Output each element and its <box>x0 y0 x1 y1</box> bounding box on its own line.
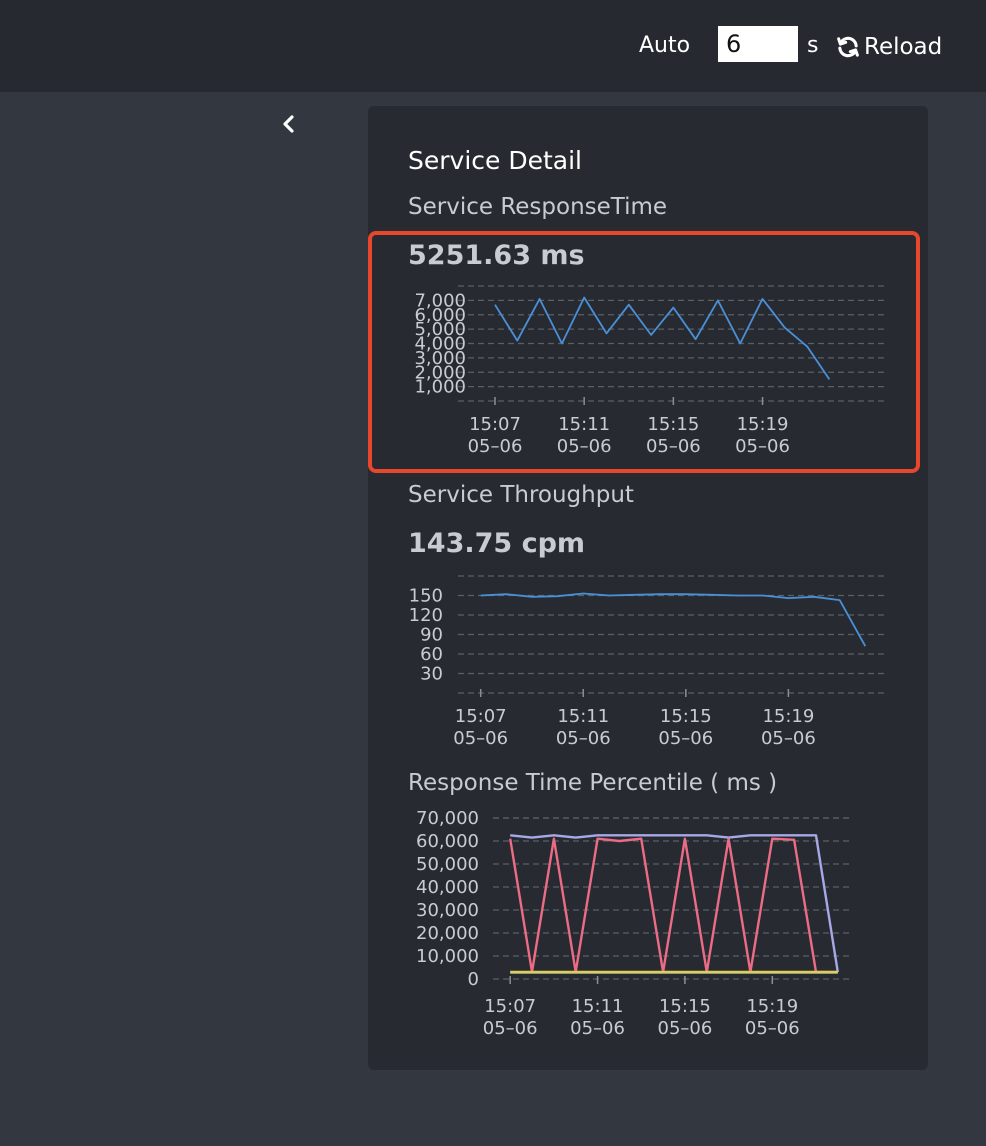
collapse-panel-button[interactable] <box>279 113 299 135</box>
x-tick-label: 05–06 <box>468 436 523 457</box>
x-tick-label: 15:19 <box>737 414 789 435</box>
y-tick-label: 90 <box>420 625 443 646</box>
x-tick-label: 15:15 <box>647 414 699 435</box>
refresh-icon <box>837 36 859 58</box>
percentile-title: Response Time Percentile ( ms ) <box>408 770 778 796</box>
x-tick-label: 15:11 <box>572 996 624 1017</box>
throughput-value: 143.75 cpm <box>408 528 586 559</box>
x-tick-label: 05–06 <box>658 1018 713 1039</box>
y-tick-label: 40,000 <box>416 877 479 898</box>
top-toolbar: Auto s Reload <box>0 0 986 92</box>
y-tick-label: 60,000 <box>416 831 479 852</box>
reload-button[interactable]: Reload <box>834 30 942 64</box>
series-line <box>509 837 838 974</box>
y-tick-label: 7,000 <box>414 290 466 311</box>
response-time-chart: 1,0002,0003,0004,0005,0006,0007,00015:07… <box>414 285 886 457</box>
x-tick-label: 05–06 <box>646 436 701 457</box>
series-line <box>480 592 867 647</box>
x-tick-label: 05–06 <box>658 728 713 749</box>
x-tick-label: 05–06 <box>761 728 816 749</box>
percentile-chart: 010,00020,00030,00040,00050,00060,00070,… <box>416 808 851 1039</box>
x-tick-label: 05–06 <box>735 436 790 457</box>
y-tick-label: 70,000 <box>416 808 479 829</box>
x-tick-label: 15:11 <box>557 706 609 727</box>
x-tick-label: 15:15 <box>660 706 712 727</box>
x-tick-label: 15:19 <box>762 706 814 727</box>
x-tick-label: 05–06 <box>453 728 508 749</box>
x-tick-label: 15:07 <box>455 706 507 727</box>
response-time-value: 5251.63 ms <box>408 240 585 271</box>
series-line <box>494 296 831 380</box>
x-tick-label: 15:15 <box>659 996 711 1017</box>
x-tick-label: 05–06 <box>570 1018 625 1039</box>
x-tick-label: 15:19 <box>746 996 798 1017</box>
y-tick-label: 10,000 <box>416 946 479 967</box>
y-tick-label: 50,000 <box>416 854 479 875</box>
x-tick-label: 15:11 <box>558 414 610 435</box>
chevron-left-icon <box>283 115 294 133</box>
x-tick-label: 05–06 <box>483 1018 538 1039</box>
y-tick-label: 60 <box>420 644 443 665</box>
x-tick-label: 15:07 <box>484 996 536 1017</box>
y-tick-label: 120 <box>409 605 443 626</box>
y-tick-label: 30,000 <box>416 900 479 921</box>
y-tick-label: 0 <box>468 969 479 990</box>
interval-unit-label: s <box>807 33 819 58</box>
x-tick-label: 05–06 <box>745 1018 800 1039</box>
x-tick-label: 05–06 <box>557 436 612 457</box>
panel-title: Service Detail <box>408 146 582 175</box>
x-tick-label: 05–06 <box>556 728 611 749</box>
y-tick-label: 30 <box>420 664 443 685</box>
throughput-title: Service Throughput <box>408 482 634 508</box>
service-detail-panel: Service Detail Service ResponseTime 5251… <box>368 106 928 1070</box>
auto-refresh-label: Auto <box>639 33 691 58</box>
throughput-chart: 30609012015015:0705–0615:1105–0615:1505–… <box>409 575 886 749</box>
reload-label: Reload <box>864 34 943 60</box>
x-tick-label: 15:07 <box>469 414 521 435</box>
refresh-interval-input[interactable] <box>718 26 798 62</box>
y-tick-label: 20,000 <box>416 923 479 944</box>
y-tick-label: 150 <box>409 586 443 607</box>
response-time-title: Service ResponseTime <box>408 194 668 220</box>
